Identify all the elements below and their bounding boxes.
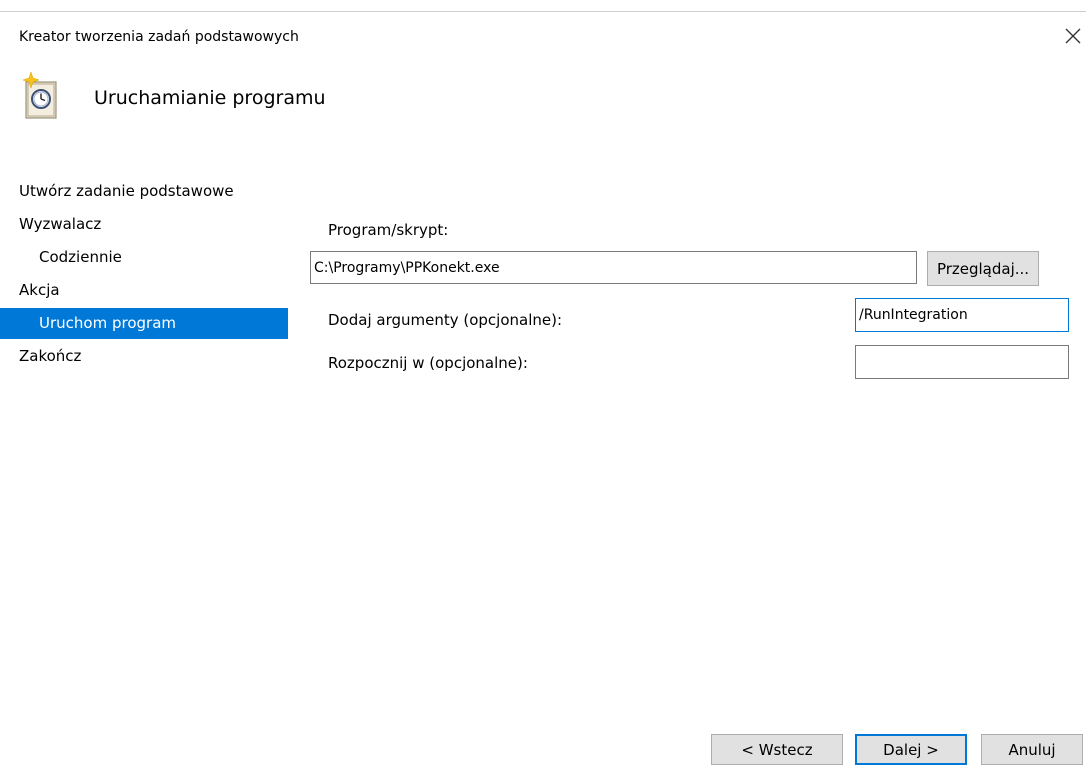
start-in-input[interactable] [855,345,1069,379]
back-button[interactable]: < Wstecz [711,734,843,765]
window-top-border [0,11,1086,12]
sidebar-item-start-program[interactable]: Uruchom program [0,308,288,339]
program-script-input[interactable] [310,251,917,284]
close-button[interactable] [1062,25,1084,47]
arguments-label: Dodaj argumenty (opcjonalne): [328,311,563,329]
cancel-button[interactable]: Anuluj [981,734,1083,765]
arguments-input[interactable] [855,298,1069,332]
browse-button[interactable]: Przeglądaj... [927,251,1039,286]
sidebar-item-trigger[interactable]: Wyzwalacz [0,209,288,240]
window-title: Kreator tworzenia zadań podstawowych [19,29,299,45]
next-button[interactable]: Dalej > [855,734,967,765]
task-scheduler-clock-icon [22,70,59,122]
start-in-label: Rozpocznij w (opcjonalne): [328,354,528,372]
sidebar-item-finish[interactable]: Zakończ [0,341,288,372]
sidebar-item-action[interactable]: Akcja [0,275,288,306]
page-title: Uruchamianie programu [94,87,326,109]
program-script-label: Program/skrypt: [328,221,449,239]
sidebar-item-create-basic-task[interactable]: Utwórz zadanie podstawowe [0,176,288,207]
sidebar-item-daily[interactable]: Codziennie [0,242,288,273]
close-icon [1065,28,1081,44]
